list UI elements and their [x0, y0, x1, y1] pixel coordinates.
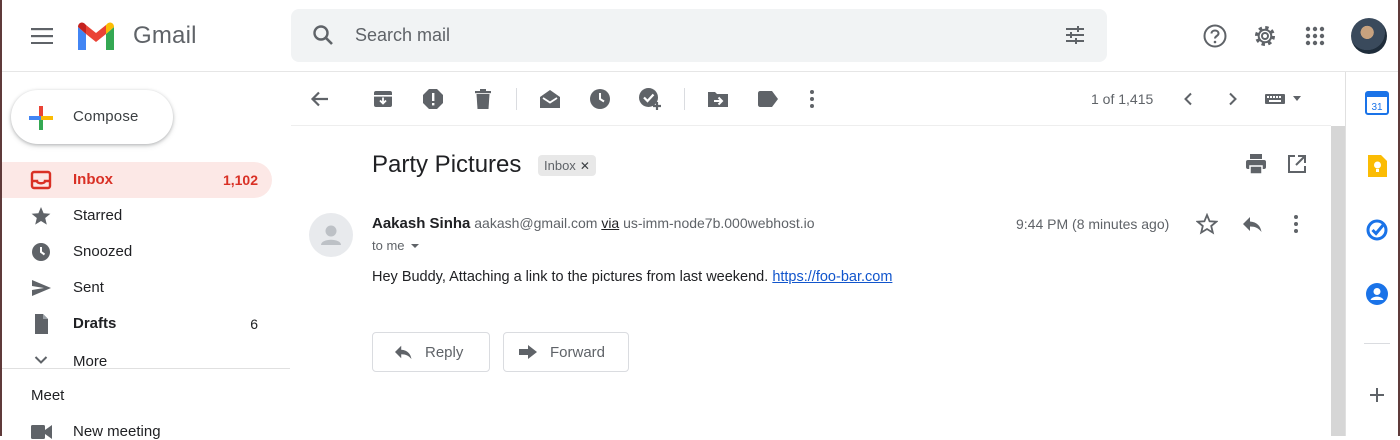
google-calendar-icon[interactable]: 31 [1364, 90, 1390, 116]
inbox-label-chip: Inbox ✕ [538, 155, 596, 176]
older-chevron-right-icon[interactable] [1220, 86, 1246, 112]
back-arrow-icon[interactable] [307, 86, 333, 112]
email-body: Hey Buddy, Attaching a link to the pictu… [372, 269, 892, 285]
sidebar-item-drafts[interactable]: Drafts 6 [0, 306, 272, 342]
side-panel-separator [1364, 343, 1390, 344]
sender-line: Aakash Sinha aakash@gmail.com via us-imm… [372, 215, 815, 232]
draft-count: 6 [250, 316, 258, 332]
google-contacts-icon[interactable] [1364, 281, 1390, 307]
clock-icon [30, 242, 52, 262]
sidebar-item-inbox[interactable]: Inbox 1,102 [0, 162, 272, 198]
sidebar-item-label: Snoozed [73, 243, 133, 260]
mark-unread-icon[interactable] [537, 86, 563, 112]
star-icon [30, 206, 52, 226]
sidebar-item-label: Inbox [73, 171, 113, 188]
search-bar[interactable]: Search mail [291, 9, 1107, 62]
side-panel-divider [1345, 72, 1346, 436]
main-menu-icon[interactable] [22, 18, 62, 54]
reply-label: Reply [425, 343, 464, 361]
top-header: Gmail Search mail [0, 0, 1400, 72]
video-camera-icon [31, 425, 53, 439]
sidebar-item-snoozed[interactable]: Snoozed [0, 234, 272, 270]
sidebar-item-label: Sent [73, 279, 104, 296]
input-tools-keyboard-icon[interactable] [1263, 86, 1305, 112]
apps-grid-icon[interactable] [1299, 20, 1331, 52]
send-icon [30, 278, 52, 298]
search-options-icon[interactable] [1063, 23, 1087, 47]
via-link[interactable]: via [601, 215, 619, 231]
sender-avatar[interactable] [309, 213, 353, 257]
delete-trash-icon[interactable] [470, 86, 496, 112]
forward-arrow-icon [518, 344, 538, 360]
compose-label: Compose [73, 108, 139, 125]
pager-text: 1 of 1,415 [1091, 91, 1154, 107]
sender-name[interactable]: Aakash Sinha [372, 215, 470, 232]
gmail-logo-icon[interactable] [75, 21, 117, 53]
recipient-details[interactable]: to me [372, 238, 421, 253]
compose-button[interactable]: Compose [11, 90, 173, 144]
reply-arrow-icon [393, 344, 413, 360]
message-time: 9:44 PM (8 minutes ago) [1016, 216, 1170, 232]
search-input[interactable]: Search mail [355, 25, 450, 46]
report-spam-icon[interactable] [420, 86, 446, 112]
account-avatar[interactable] [1351, 18, 1387, 54]
draft-icon [30, 314, 52, 334]
chevron-down-icon [34, 355, 48, 365]
google-tasks-icon[interactable] [1364, 217, 1390, 243]
meet-section-title: Meet [31, 387, 65, 404]
more-options-icon[interactable] [799, 86, 825, 112]
via-host: us-imm-node7b.000webhost.io [623, 215, 815, 231]
star-message-icon[interactable] [1196, 213, 1218, 235]
reply-icon[interactable] [1241, 215, 1263, 233]
calendar-date: 31 [1371, 102, 1383, 113]
email-subject: Party Pictures [372, 151, 522, 178]
meet-item-label: New meeting [73, 423, 161, 440]
app-name: Gmail [133, 22, 197, 49]
label-chip-text: Inbox [544, 158, 576, 173]
open-in-new-window-icon[interactable] [1287, 154, 1307, 174]
recipient-text: to me [372, 238, 405, 253]
body-link[interactable]: https://foo-bar.com [772, 269, 892, 285]
move-to-icon[interactable] [705, 86, 731, 112]
archive-icon[interactable] [370, 86, 396, 112]
sidebar-divider [0, 368, 290, 369]
message-more-options-icon[interactable] [1293, 214, 1299, 234]
message-toolbar: 1 of 1,415 [291, 72, 1331, 126]
label-tag-icon[interactable] [755, 86, 781, 112]
sidebar-item-more[interactable]: More [0, 344, 272, 380]
sender-email: aakash@gmail.com [474, 215, 598, 231]
settings-gear-icon[interactable] [1249, 20, 1281, 52]
forward-button[interactable]: Forward [503, 332, 629, 372]
sidebar-item-label: Drafts [73, 315, 117, 332]
sidebar-item-starred[interactable]: Starred [0, 198, 272, 234]
print-icon[interactable] [1245, 153, 1267, 175]
sidebar-item-label: Starred [73, 207, 123, 224]
unread-count: 1,102 [222, 172, 258, 188]
compose-plus-icon [27, 104, 55, 132]
search-icon[interactable] [311, 23, 335, 47]
google-keep-icon[interactable] [1364, 153, 1390, 179]
body-text: Hey Buddy, Attaching a link to the pictu… [372, 269, 769, 285]
inbox-icon [30, 170, 52, 190]
help-icon[interactable] [1199, 20, 1231, 52]
scrollbar[interactable] [1331, 126, 1345, 436]
newer-chevron-left-icon[interactable] [1175, 86, 1201, 112]
reply-button[interactable]: Reply [372, 332, 490, 372]
get-addons-plus-icon[interactable] [1364, 382, 1390, 408]
add-to-tasks-icon[interactable] [637, 86, 663, 112]
forward-label: Forward [550, 343, 606, 361]
sidebar-item-sent[interactable]: Sent [0, 270, 272, 306]
recipient-dropdown-icon[interactable] [409, 242, 421, 250]
remove-label-icon[interactable]: ✕ [580, 159, 590, 173]
snooze-clock-icon[interactable] [587, 86, 613, 112]
